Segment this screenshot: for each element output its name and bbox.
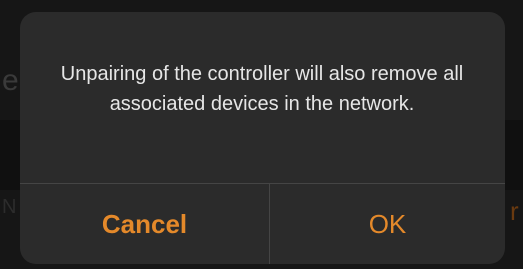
background-text-fragment: r [510, 196, 519, 226]
background-text-fragment: e [2, 64, 19, 97]
alert-message: Unpairing of the controller will also re… [60, 63, 464, 115]
alert-dialog: Unpairing of the controller will also re… [20, 12, 505, 264]
ok-button[interactable]: OK [270, 184, 505, 264]
cancel-button[interactable]: Cancel [20, 184, 269, 264]
background-text-fragment: N [2, 196, 17, 218]
